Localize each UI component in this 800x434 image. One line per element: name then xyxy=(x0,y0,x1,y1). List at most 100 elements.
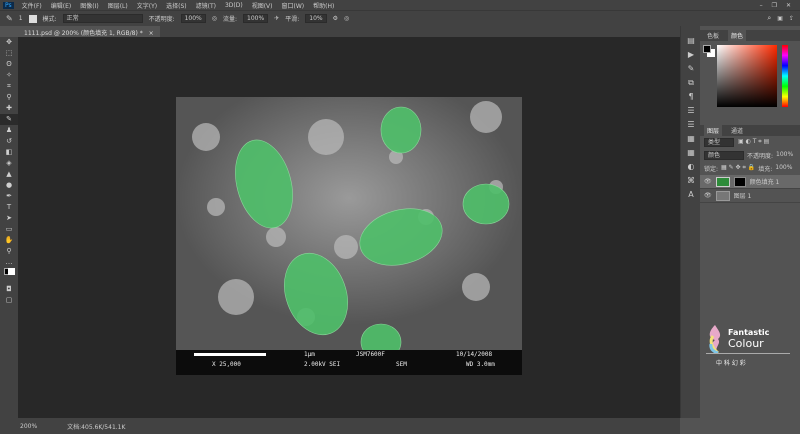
brush-size[interactable]: 1 xyxy=(19,15,23,22)
flow-input[interactable]: 100% xyxy=(243,14,269,23)
layer-filter-row: 类型 ▣ ◐ T ⌗ ▤ xyxy=(700,136,800,149)
airbrush-icon[interactable]: ✈ xyxy=(274,15,279,22)
layer-opacity-value[interactable]: 100% xyxy=(776,151,793,160)
visibility-eye-icon[interactable]: 👁 xyxy=(704,192,712,199)
menu-filter[interactable]: 滤镜(T) xyxy=(196,1,216,10)
document-tab[interactable]: 1111.psd @ 200% (颜色填充 1, RGB/8) * × xyxy=(18,26,160,37)
fill-label: 填充: xyxy=(758,166,773,173)
restore-button[interactable]: ❐ xyxy=(772,2,777,9)
watermark-text: Colour xyxy=(728,337,764,350)
layer-opacity-label: 不透明度: xyxy=(747,153,774,160)
eraser-tool-icon[interactable]: ◧ xyxy=(0,147,18,158)
quick-select-icon[interactable]: ✧ xyxy=(0,70,18,81)
layer-row-color-fill[interactable]: 👁 颜色填充 1 xyxy=(700,175,800,189)
watermark-text: 中 科 幻 彩 xyxy=(716,360,746,367)
adjustments-icon[interactable]: ☰ xyxy=(681,104,701,118)
share-icon[interactable]: ⇪ xyxy=(789,15,794,22)
fill-value[interactable]: 100% xyxy=(775,164,792,173)
menu-file[interactable]: 文件(F) xyxy=(22,1,42,10)
healing-brush-icon[interactable]: ✚ xyxy=(0,103,18,114)
pen-tool-icon[interactable]: ✒ xyxy=(0,191,18,202)
hand-tool-icon[interactable]: ✋ xyxy=(0,235,18,246)
more-tools-icon[interactable]: … xyxy=(0,257,18,268)
layer-row-layer-1[interactable]: 👁 图层 1 xyxy=(700,189,800,203)
styles-icon[interactable]: ◐ xyxy=(681,160,701,174)
lock-icons[interactable]: ▦ ✎ ✥ ⌗ 🔒 xyxy=(721,164,755,173)
green-crystal xyxy=(462,183,510,225)
brush-tool-icon[interactable]: ✎ xyxy=(0,114,18,125)
shape-tool-icon[interactable]: ▭ xyxy=(0,224,18,235)
gear-icon[interactable]: ⚙ xyxy=(333,15,338,22)
pressure-opacity-icon[interactable]: ◎ xyxy=(212,15,217,22)
right-panels: 色板 颜色 图层 通道 类型 ▣ ◐ T ⌗ ▤ 颜色 不透明度: 100% 锁… xyxy=(700,26,800,434)
menu-edit[interactable]: 编辑(E) xyxy=(51,1,71,10)
hue-slider[interactable] xyxy=(782,45,788,107)
menu-view[interactable]: 视图(V) xyxy=(252,1,273,10)
close-button[interactable]: ✕ xyxy=(786,2,791,9)
blur-tool-icon[interactable]: ▲ xyxy=(0,169,18,180)
marquee-tool-icon[interactable]: ⬚ xyxy=(0,48,18,59)
menu-window[interactable]: 窗口(W) xyxy=(282,1,305,10)
menu-layer[interactable]: 图层(L) xyxy=(108,1,128,10)
foreground-color-swatch[interactable] xyxy=(703,45,711,53)
filter-icons[interactable]: ▣ ◐ T ⌗ ▤ xyxy=(738,138,769,147)
menu-3d[interactable]: 3D(D) xyxy=(225,2,243,9)
search-icon[interactable]: ⌕ xyxy=(767,14,771,23)
smoothing-input[interactable]: 10% xyxy=(305,14,327,23)
actions-icon[interactable]: ▶ xyxy=(681,48,701,62)
blend-mode-select[interactable]: 颜色 xyxy=(704,151,744,160)
menu-type[interactable]: 文字(Y) xyxy=(137,1,157,10)
menu-help[interactable]: 帮助(H) xyxy=(313,1,334,10)
swatches-icon[interactable]: ▦ xyxy=(681,146,701,160)
history-brush-icon[interactable]: ↺ xyxy=(0,136,18,147)
clone-source-icon[interactable]: ⧉ xyxy=(681,76,701,90)
type-tool-icon[interactable]: T xyxy=(0,202,18,213)
eyedropper-icon[interactable]: ⚲ xyxy=(0,92,18,103)
tab-color[interactable]: 颜色 xyxy=(728,30,747,41)
brush-tool-icon[interactable]: ✎ xyxy=(6,14,13,23)
fill-thumbnail xyxy=(715,176,730,187)
sem-scale: 1μm xyxy=(304,351,315,358)
smoothing-label: 平滑: xyxy=(285,16,300,23)
crop-tool-icon[interactable]: ⌗ xyxy=(0,81,18,92)
sem-info-bar: 1μm JSM7600F 10/14/2008 X 25,000 2.00kV … xyxy=(176,350,522,375)
workspace-icon[interactable]: ▣ xyxy=(777,15,783,22)
lasso-tool-icon[interactable]: ʘ xyxy=(0,59,18,70)
zoom-tool-icon[interactable]: ⚲ xyxy=(0,246,18,257)
opacity-label: 不透明度: xyxy=(148,16,175,23)
sem-image[interactable]: 1μm JSM7600F 10/14/2008 X 25,000 2.00kV … xyxy=(176,97,522,375)
stamp-tool-icon[interactable]: ♟ xyxy=(0,125,18,136)
brush-settings-icon[interactable]: ✎ xyxy=(681,62,701,76)
tab-layers[interactable]: 图层 xyxy=(704,125,723,136)
menu-select[interactable]: 选择(S) xyxy=(166,1,187,10)
character-icon[interactable]: ¶ xyxy=(681,90,701,104)
history-icon[interactable]: ▤ xyxy=(681,34,701,48)
zoom-level[interactable]: 200% xyxy=(20,423,37,430)
visibility-eye-icon[interactable]: 👁 xyxy=(704,178,712,185)
paths-icon[interactable]: ⌘ xyxy=(681,174,701,188)
libraries-icon[interactable]: ▦ xyxy=(681,132,701,146)
properties-icon[interactable]: ☰ xyxy=(681,118,701,132)
close-tab-icon[interactable]: × xyxy=(149,30,154,37)
tab-swatches[interactable]: 色板 xyxy=(704,30,722,41)
quick-mask-icon[interactable]: ◘ xyxy=(0,284,18,295)
screen-mode-icon[interactable]: ▢ xyxy=(0,295,18,306)
color-field[interactable] xyxy=(717,45,777,107)
menu-image[interactable]: 图像(I) xyxy=(80,1,98,10)
foreground-background-icon[interactable] xyxy=(0,268,18,284)
canvas-area[interactable]: 1μm JSM7600F 10/14/2008 X 25,000 2.00kV … xyxy=(18,37,680,418)
pressure-size-icon[interactable]: ◎ xyxy=(344,15,349,22)
color-panel-tabs: 色板 颜色 xyxy=(700,30,800,41)
paint-bucket-icon[interactable]: ◈ xyxy=(0,158,18,169)
move-tool-icon[interactable]: ✥ xyxy=(0,37,18,48)
tab-channels[interactable]: 通道 xyxy=(728,125,746,136)
opacity-input[interactable]: 100% xyxy=(180,14,206,23)
path-select-icon[interactable]: ➤ xyxy=(0,213,18,224)
mode-select[interactable]: 正常 xyxy=(62,14,143,23)
brush-panel-icon[interactable] xyxy=(28,14,37,23)
mask-thumbnail xyxy=(733,176,746,187)
minimize-button[interactable]: – xyxy=(760,2,763,9)
glyphs-icon[interactable]: A xyxy=(681,188,701,202)
dodge-tool-icon[interactable]: ● xyxy=(0,180,18,191)
layer-kind-filter[interactable]: 类型 xyxy=(704,138,734,147)
